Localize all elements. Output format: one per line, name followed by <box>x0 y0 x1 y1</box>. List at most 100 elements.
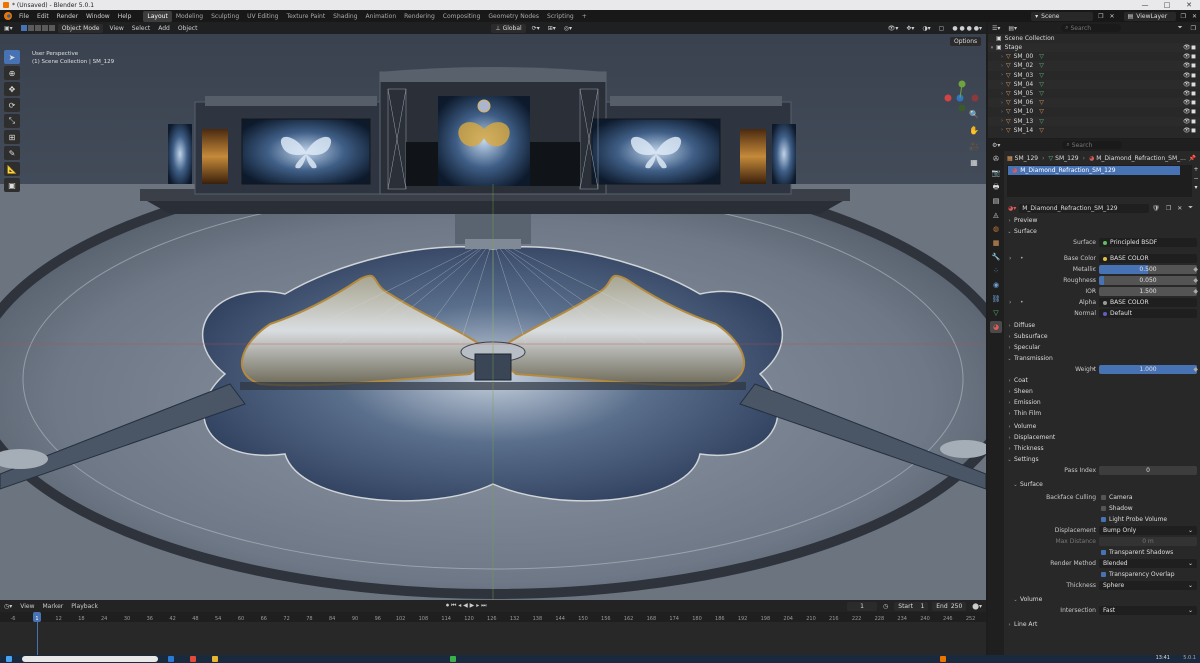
expand-arrow-icon[interactable]: › <box>998 91 1006 97</box>
output-tab-icon[interactable]: 🖶 <box>990 181 1002 193</box>
fake-user-icon[interactable]: 🛡 <box>1149 205 1163 212</box>
scene-render[interactable] <box>0 34 986 600</box>
outliner-filter-icon[interactable]: ⏷ <box>1174 24 1187 32</box>
visibility-icon[interactable]: 👁▾ <box>884 25 903 32</box>
base-color-field[interactable]: BASE COLOR <box>1099 254 1197 263</box>
constraints-tab-icon[interactable]: ⛓ <box>990 293 1002 305</box>
keyframe-icon[interactable]: ◆ <box>1193 266 1198 273</box>
light-probe-volume-checkbox[interactable]: Light Probe Volume <box>1101 516 1167 523</box>
surface-shader-field[interactable]: Principled BSDF <box>1099 238 1197 247</box>
pan-hand-icon[interactable]: ✋ <box>967 126 981 140</box>
add-slot-button[interactable]: + <box>1192 165 1200 174</box>
intersection-dropdown[interactable]: Fast ⌄ <box>1099 606 1197 615</box>
tab-sculpting[interactable]: Sculpting <box>207 11 243 22</box>
outliner-row-object[interactable]: › ▽ SM_13 ▽ 👁 ◼ <box>988 116 1200 126</box>
transform-tool-icon[interactable]: ⊞ <box>4 130 20 144</box>
taskbar-search[interactable] <box>22 656 158 662</box>
section-coat[interactable]: › Coat <box>1005 375 1200 386</box>
browse-material-icon[interactable]: ◕▾ <box>1005 205 1019 212</box>
settings-section-volume[interactable]: ⌄ Volume <box>1005 594 1200 605</box>
section-settings[interactable]: ⌄ Settings <box>1005 454 1200 465</box>
eye-icon[interactable]: 👁 <box>1183 53 1191 60</box>
menu-help[interactable]: Help <box>114 13 136 20</box>
modifier-tab-icon[interactable]: 🔧 <box>990 251 1002 263</box>
outliner-row-object[interactable]: › ▽ SM_03 ▽ 👁 ◼ <box>988 71 1200 80</box>
3d-viewport[interactable]: ▣▾ Object Mode View Select Add Object ⊥ … <box>0 22 986 600</box>
section-displacement[interactable]: › Displacement <box>1005 432 1200 443</box>
properties-search-input[interactable]: ⌕ Search <box>1062 141 1123 149</box>
properties-editor-icon[interactable]: ⚙▾ <box>988 142 1004 149</box>
keying-icon[interactable]: ⬤▾ <box>968 603 986 610</box>
current-frame-field[interactable]: 1 <box>847 601 878 611</box>
section-specular[interactable]: › Specular <box>1005 342 1200 353</box>
ortho-toggle-icon[interactable]: ▦ <box>967 158 981 172</box>
section-volume[interactable]: › Volume <box>1005 421 1200 432</box>
physics-tab-icon[interactable]: ◉ <box>990 279 1002 291</box>
cursor-tool-icon[interactable]: ⊕ <box>4 66 20 80</box>
section-line-art[interactable]: › Line Art <box>1005 619 1200 630</box>
taskbar-app-icon[interactable] <box>212 656 218 662</box>
timeline-menu-view[interactable]: View <box>16 603 38 610</box>
tab-shading[interactable]: Shading <box>329 11 361 22</box>
navigation-gizmo[interactable] <box>940 72 980 112</box>
move-tool-icon[interactable]: ✥ <box>4 82 20 96</box>
eye-icon[interactable]: 👁 <box>1183 108 1191 115</box>
displacement-dropdown[interactable]: Bump Only ⌄ <box>1099 526 1197 535</box>
outliner-row-stage[interactable]: ▾ ▣ Stage 👁 ◼ <box>988 43 1200 53</box>
camera-icon[interactable]: ◼ <box>1190 62 1197 69</box>
snap-icon[interactable]: ⊞▾ <box>544 25 560 32</box>
material-slot-list[interactable]: ◕ M_Diamond_Refraction_SM_129 <box>1007 165 1192 197</box>
menu-object[interactable]: Object <box>174 25 202 32</box>
render-tab-icon[interactable]: 📷 <box>990 167 1002 179</box>
add-workspace-icon[interactable]: + <box>578 11 591 22</box>
timeline-keyframe-area[interactable] <box>0 622 986 655</box>
menu-render[interactable]: Render <box>53 13 82 20</box>
editor-type-icon[interactable]: ▣▾ <box>0 25 17 32</box>
proportional-edit-icon[interactable]: ◎▾ <box>560 25 576 32</box>
keyframe-icon[interactable]: ◆ <box>1193 277 1198 284</box>
remove-slot-button[interactable]: − <box>1192 174 1200 183</box>
delete-scene-icon[interactable]: ✕ <box>1107 13 1118 20</box>
camera-icon[interactable]: ◼ <box>1190 127 1197 134</box>
tab-animation[interactable]: Animation <box>362 11 401 22</box>
transparent-shadows-checkbox[interactable]: Transparent Shadows <box>1101 549 1173 556</box>
camera-icon[interactable]: ◼ <box>1190 90 1197 97</box>
timeline-editor-icon[interactable]: ◷▾ <box>0 603 16 610</box>
maximize-button[interactable]: □ <box>1156 1 1178 9</box>
camera-checkbox[interactable]: Camera <box>1101 494 1133 501</box>
pivot-icon[interactable]: ⟳▾ <box>528 25 544 32</box>
eye-icon[interactable]: 👁 <box>1183 90 1191 97</box>
menu-file[interactable]: File <box>15 13 33 20</box>
menu-window[interactable]: Window <box>82 13 114 20</box>
preview-range-icon[interactable]: ◷ <box>879 603 892 610</box>
tab-texture-paint[interactable]: Texture Paint <box>282 11 329 22</box>
world-tab-icon[interactable]: ◍ <box>990 223 1002 235</box>
unlink-material-icon[interactable]: ✕ <box>1174 205 1185 212</box>
blender-logo-icon[interactable] <box>4 12 12 20</box>
material-slot-item[interactable]: ◕ M_Diamond_Refraction_SM_129 <box>1008 166 1180 175</box>
outliner-search-input[interactable]: ⌕ Search <box>1061 24 1122 32</box>
playback-controls[interactable]: ⏺ ⏮ ◂ ◀ ▶ ▸ ⏭ <box>442 602 491 610</box>
expand-arrow-icon[interactable]: › <box>998 81 1006 87</box>
menu-select[interactable]: Select <box>128 25 155 32</box>
taskbar-app-icon[interactable] <box>190 656 196 662</box>
keyframe-icon[interactable]: ◆ <box>1193 366 1198 373</box>
thickness-dropdown[interactable]: Sphere ⌄ <box>1099 581 1197 590</box>
slot-specials-icon[interactable]: ▾ <box>1192 183 1200 192</box>
expand-arrow-icon[interactable]: › <box>998 63 1006 69</box>
tab-layout[interactable]: Layout <box>143 10 172 22</box>
outliner-filter-display-icon[interactable]: ▤▾ <box>1004 25 1021 32</box>
camera-icon[interactable]: ◼ <box>1190 108 1197 115</box>
settings-section-surface[interactable]: ⌄ Surface <box>1005 479 1200 490</box>
timeline-editor[interactable]: ◷▾ View Marker Playback ⏺ ⏮ ◂ ◀ ▶ ▸ ⏭ 1 … <box>0 600 986 655</box>
expand-base-color-icon[interactable]: › <box>1009 255 1011 262</box>
section-thin-film[interactable]: › Thin Film <box>1005 408 1200 419</box>
render-method-dropdown[interactable]: Blended ⌄ <box>1099 559 1197 568</box>
add-cube-tool-icon[interactable]: ▣ <box>4 178 20 192</box>
menu-edit[interactable]: Edit <box>33 13 53 20</box>
eye-icon[interactable]: 👁 <box>1183 81 1191 88</box>
rotate-tool-icon[interactable]: ⟳ <box>4 98 20 112</box>
data-tab-icon[interactable]: ▽ <box>990 307 1002 319</box>
duplicate-material-icon[interactable]: ❐ <box>1163 205 1174 212</box>
expand-arrow-icon[interactable]: ▾ <box>988 45 996 51</box>
